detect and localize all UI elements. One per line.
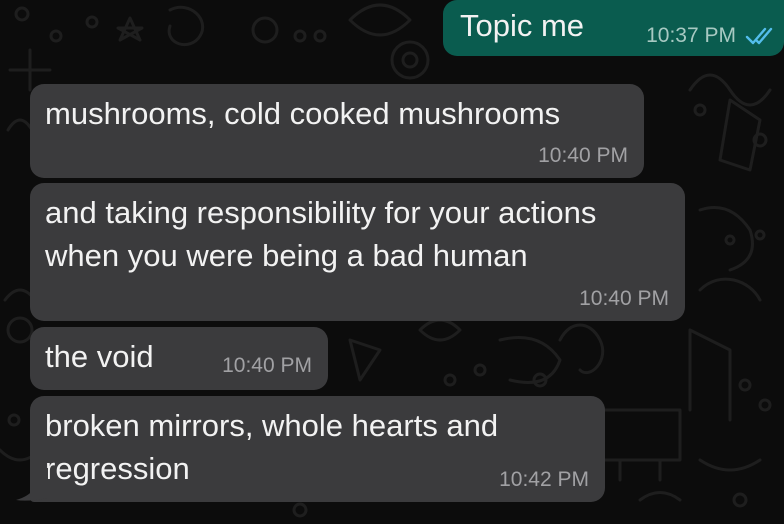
message-incoming[interactable]: broken mirrors, whole hearts and regress… <box>30 396 605 502</box>
chat-view[interactable]: Topic me 10:37 PM mushrooms, cold cooked… <box>0 0 784 524</box>
message-time: 10:42 PM <box>499 468 589 491</box>
message-time: 10:37 PM <box>646 24 736 47</box>
message-outgoing[interactable]: Topic me 10:37 PM <box>443 0 784 56</box>
message-time: 10:40 PM <box>222 354 312 377</box>
message-incoming[interactable]: mushrooms, cold cooked mushrooms 10:40 P… <box>30 84 644 178</box>
message-time: 10:40 PM <box>579 287 669 310</box>
bubble-tail-icon <box>16 468 48 501</box>
message-text: and taking responsibility for your actio… <box>45 195 597 273</box>
double-check-icon <box>745 27 773 45</box>
message-text: mushrooms, cold cooked mushrooms <box>45 96 561 131</box>
message-incoming[interactable]: the void 10:40 PM <box>30 327 328 390</box>
message-time: 10:40 PM <box>538 144 628 167</box>
message-incoming[interactable]: and taking responsibility for your actio… <box>30 183 685 321</box>
